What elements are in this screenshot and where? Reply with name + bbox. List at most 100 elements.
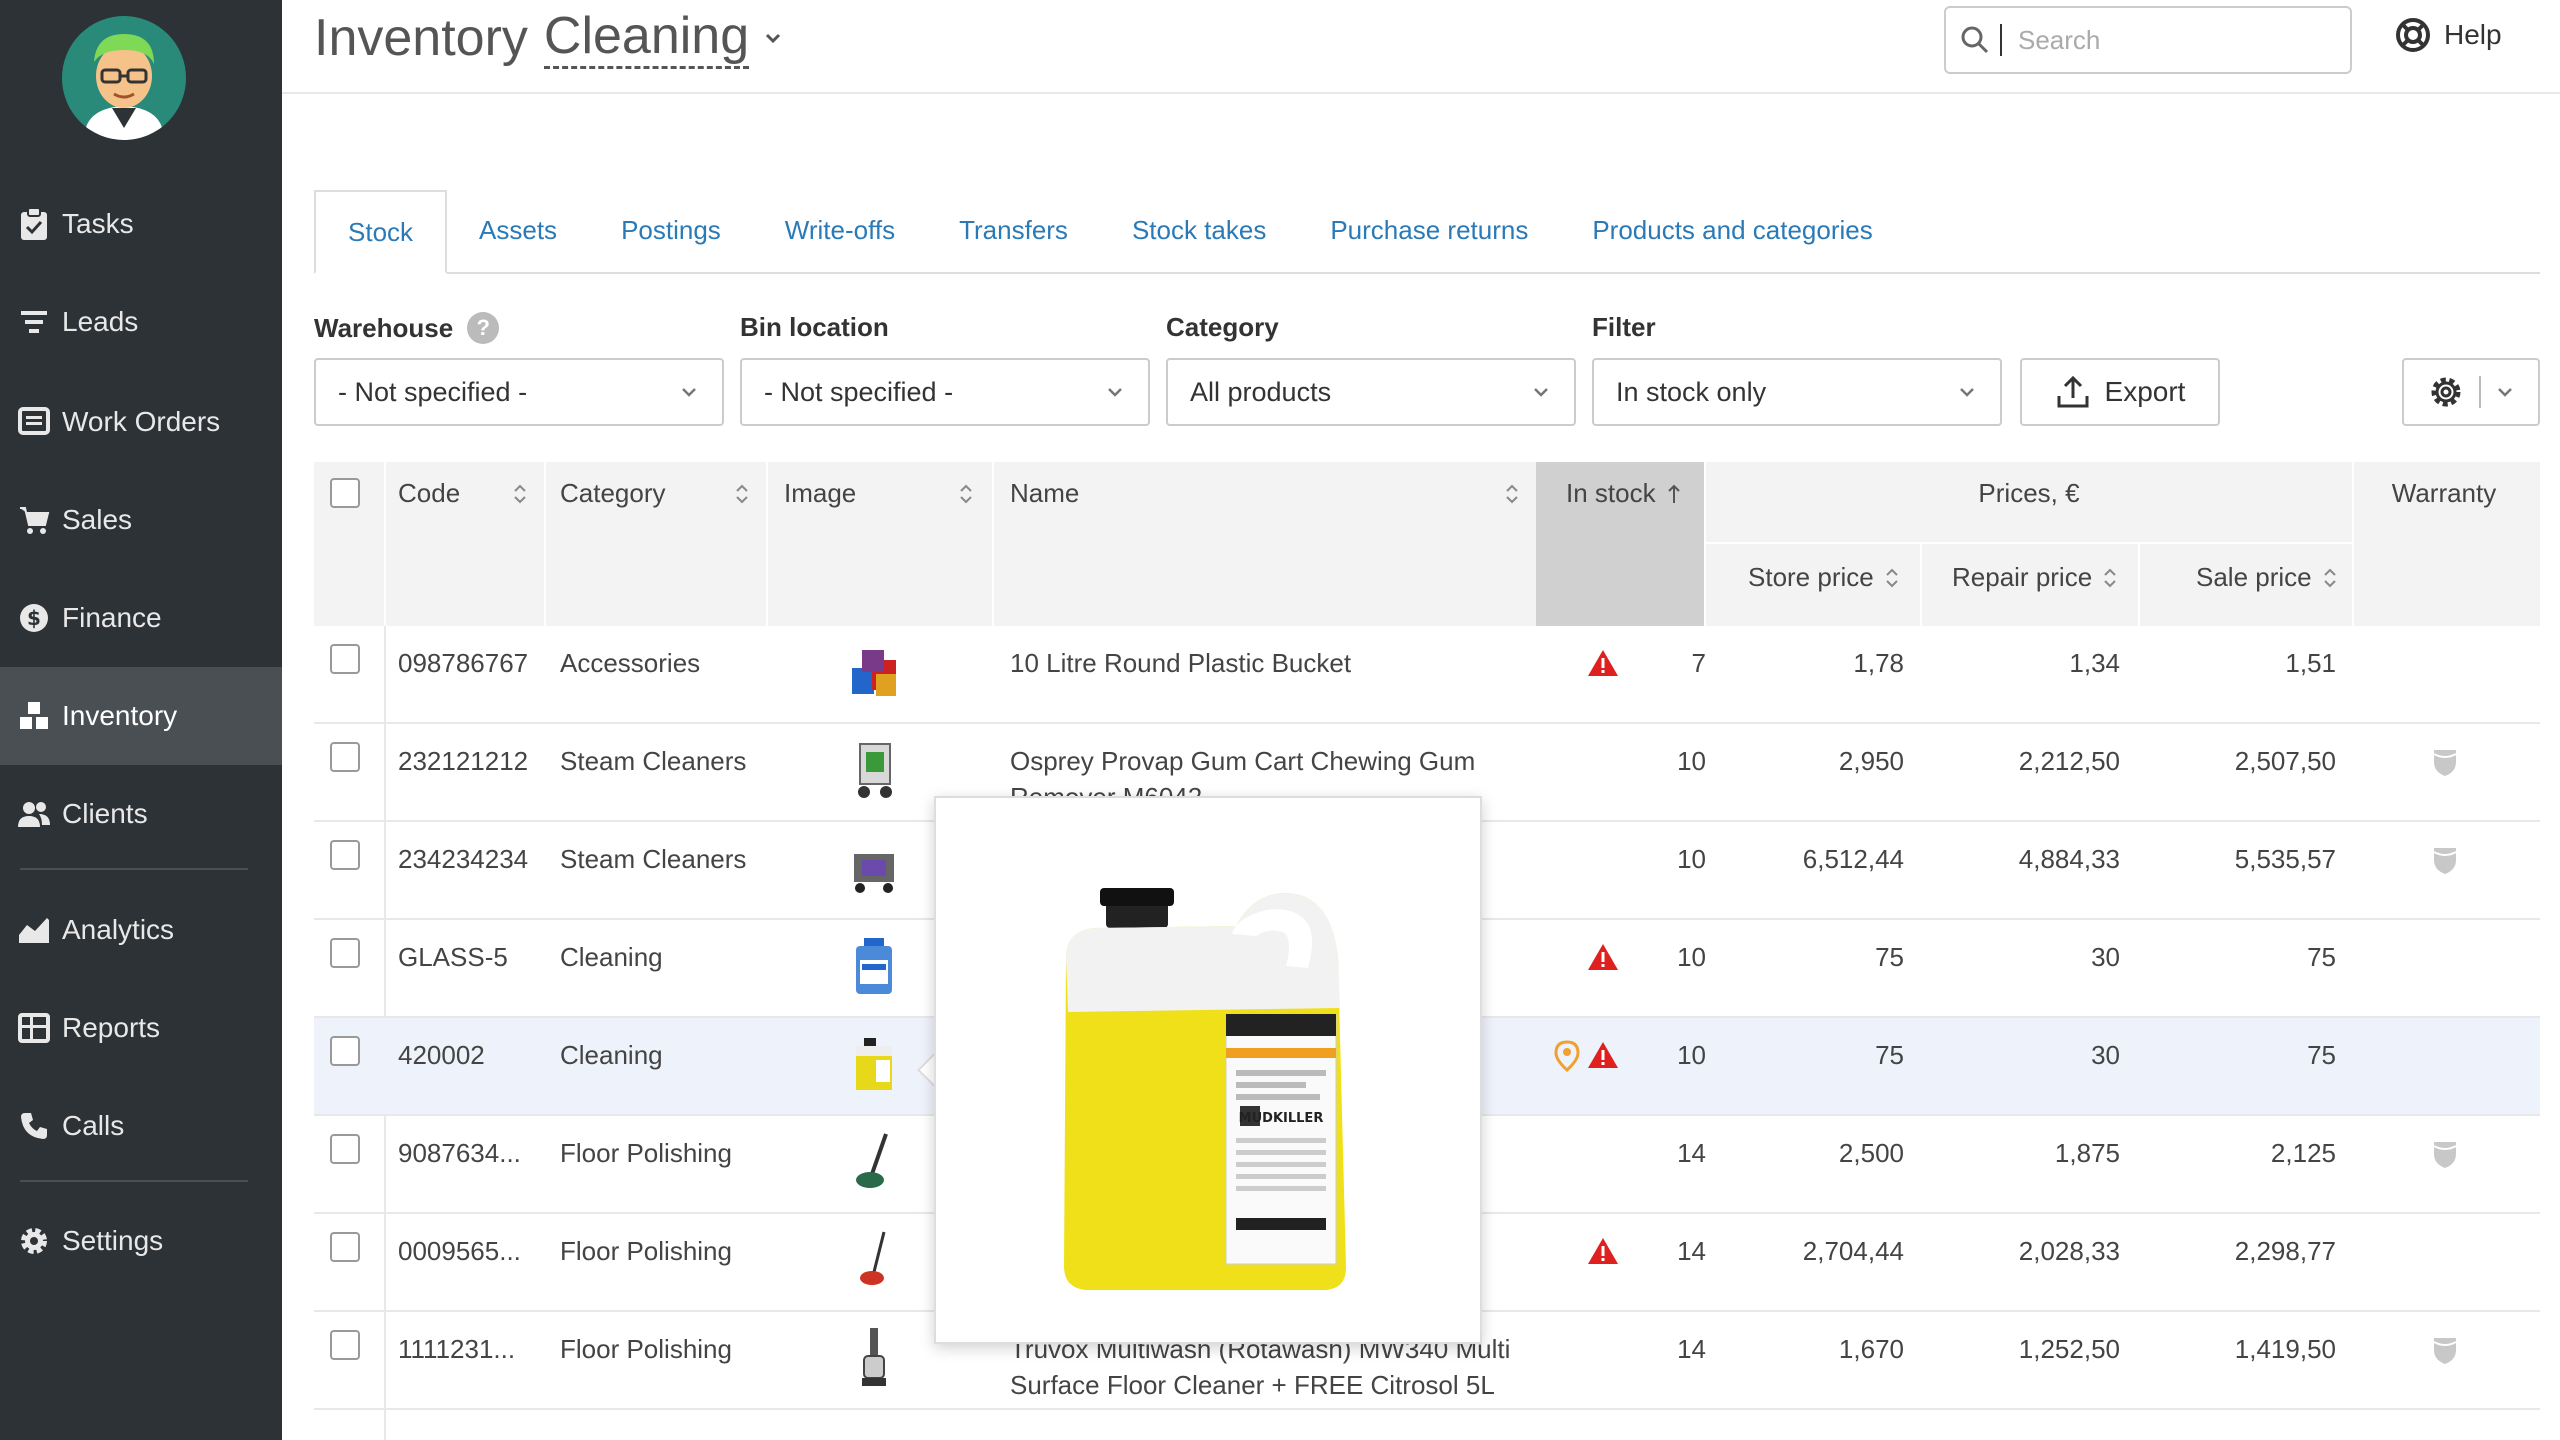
sort-icon: [1886, 568, 1898, 587]
row-in-stock: 10: [1677, 844, 1706, 874]
avatar[interactable]: [62, 16, 186, 140]
column-group-label: Prices, €: [1978, 478, 2080, 508]
column-header-in-stock[interactable]: In stock: [1566, 478, 1682, 509]
row-in-stock: 10: [1677, 942, 1706, 972]
row-code: 420002: [398, 1040, 485, 1070]
tab-stock[interactable]: Stock: [314, 190, 448, 274]
top-header: Inventory Cleaning Help: [282, 0, 2560, 94]
tab-transfers[interactable]: Transfers: [927, 188, 1100, 272]
column-header-repair-price[interactable]: Repair price: [1952, 562, 2118, 593]
tab-purchase-returns[interactable]: Purchase returns: [1298, 188, 1560, 272]
divider: [1920, 544, 1922, 626]
row-checkbox[interactable]: [330, 1330, 360, 1360]
bin-location-select-value: - Not specified -: [764, 376, 954, 407]
row-checkbox[interactable]: [330, 742, 360, 772]
row-name-line2: Surface Floor Cleaner + FREE Citrosol 5L: [1010, 1370, 1495, 1400]
nav-item-tasks[interactable]: Tasks: [0, 175, 282, 273]
row-name[interactable]: Osprey Provap Gum Cart Chewing Gum: [1010, 746, 1475, 777]
nav-item-work-orders[interactable]: Work Orders: [0, 373, 282, 471]
divider: [766, 462, 768, 626]
row-checkbox[interactable]: [330, 840, 360, 870]
bucket-icon[interactable]: [844, 640, 904, 704]
column-header-label: Image: [784, 478, 857, 508]
search-box[interactable]: [1944, 6, 2352, 74]
row-store-price: 1,670: [1838, 1334, 1904, 1364]
product-label-brand: MUDKILLER: [1239, 1111, 1324, 1126]
bin-location-select[interactable]: - Not specified -: [740, 358, 1150, 426]
warehouse-select[interactable]: - Not specified -: [314, 358, 724, 426]
stock-filter-select[interactable]: In stock only: [1592, 358, 2002, 426]
nav-item-calls[interactable]: Calls: [0, 1077, 282, 1175]
select-all-checkbox[interactable]: [330, 478, 360, 508]
chevron-down-icon: [2498, 388, 2512, 397]
row-in-stock: 7: [1691, 648, 1706, 678]
work-order-icon: [14, 402, 54, 442]
gear-icon: [2431, 377, 2461, 407]
tab-assets[interactable]: Assets: [447, 188, 589, 272]
sort-icon: [514, 484, 526, 503]
export-button[interactable]: Export: [2020, 358, 2220, 426]
chevron-down-icon: [682, 388, 696, 397]
column-header-store-price[interactable]: Store price: [1748, 562, 1900, 593]
location-pin-icon: [1554, 1040, 1580, 1077]
question-icon[interactable]: ?: [467, 312, 500, 344]
warranty-shield-icon: [2430, 844, 2460, 881]
canister-icon[interactable]: [844, 1032, 904, 1096]
row-checkbox[interactable]: [330, 644, 360, 674]
context-switcher[interactable]: Cleaning: [543, 6, 750, 69]
row-checkbox[interactable]: [330, 1232, 360, 1262]
divider: [2138, 544, 2140, 626]
steam-cleaner-icon[interactable]: [844, 836, 904, 900]
row-repair-price: 2,212,50: [2018, 746, 2120, 776]
row-repair-price: 1,252,50: [2018, 1334, 2120, 1364]
dollar-icon: $: [14, 598, 54, 638]
nav-item-settings[interactable]: Settings: [0, 1192, 282, 1290]
nav-item-sales[interactable]: Sales: [0, 471, 282, 569]
table-settings-button[interactable]: [2402, 358, 2540, 426]
floor-scrubber-icon[interactable]: [844, 1228, 904, 1292]
row-in-stock: 14: [1677, 1334, 1706, 1364]
search-input[interactable]: [2018, 24, 2318, 56]
row-checkbox[interactable]: [330, 1134, 360, 1164]
floor-cleaner-icon[interactable]: [844, 1326, 904, 1390]
nav-item-inventory[interactable]: Inventory: [0, 667, 282, 765]
row-checkbox[interactable]: [330, 1036, 360, 1066]
row-checkbox[interactable]: [330, 938, 360, 968]
tab-write-offs[interactable]: Write-offs: [753, 188, 927, 272]
category-label: Category: [1166, 312, 1279, 343]
search-icon: [1961, 26, 1989, 54]
column-header-sale-price[interactable]: Sale price: [2196, 562, 2338, 593]
column-header-image[interactable]: Image: [784, 478, 974, 509]
nav-item-reports[interactable]: Reports: [0, 979, 282, 1077]
nav-item-finance[interactable]: $ Finance: [0, 569, 282, 667]
product-image: MUDKILLER: [1064, 888, 1346, 1290]
column-header-code[interactable]: Code: [398, 478, 528, 509]
column-header-name[interactable]: Name: [1010, 478, 1520, 509]
nav-item-analytics[interactable]: Analytics: [0, 881, 282, 979]
category-select[interactable]: All products: [1166, 358, 1576, 426]
sort-icon: [1506, 484, 1518, 503]
nav-label: Settings: [62, 1225, 164, 1256]
divider: [544, 462, 546, 626]
row-category: Floor Polishing: [560, 1138, 732, 1168]
glass-cleaner-bottle-icon[interactable]: [844, 934, 904, 998]
category-label-text: Category: [1166, 312, 1279, 342]
row-code: 1111231...: [398, 1334, 516, 1364]
steam-cart-icon[interactable]: [844, 738, 904, 802]
help-button[interactable]: Help: [2394, 16, 2502, 54]
column-header-category[interactable]: Category: [560, 478, 750, 509]
nav-label: Finance: [62, 602, 162, 633]
row-name[interactable]: 10 Litre Round Plastic Bucket: [1010, 648, 1351, 679]
tab-products-and-categories[interactable]: Products and categories: [1560, 188, 1904, 272]
nav-item-leads[interactable]: Leads: [0, 273, 282, 371]
column-header-label: Repair price: [1952, 562, 2093, 592]
table-row[interactable]: 098786767 Accessories 10 Litre Round Plast…: [314, 626, 2540, 724]
nav-item-clients[interactable]: Clients: [0, 765, 282, 863]
tab-stock-takes[interactable]: Stock takes: [1100, 188, 1298, 272]
tab-postings[interactable]: Postings: [589, 188, 753, 272]
chevron-down-icon[interactable]: [761, 26, 785, 50]
row-code: 9087634...: [398, 1138, 521, 1168]
arrow-up-icon: [1667, 484, 1680, 503]
column-header-warranty[interactable]: Warranty: [2354, 478, 2534, 509]
floor-polisher-icon[interactable]: [844, 1130, 904, 1194]
